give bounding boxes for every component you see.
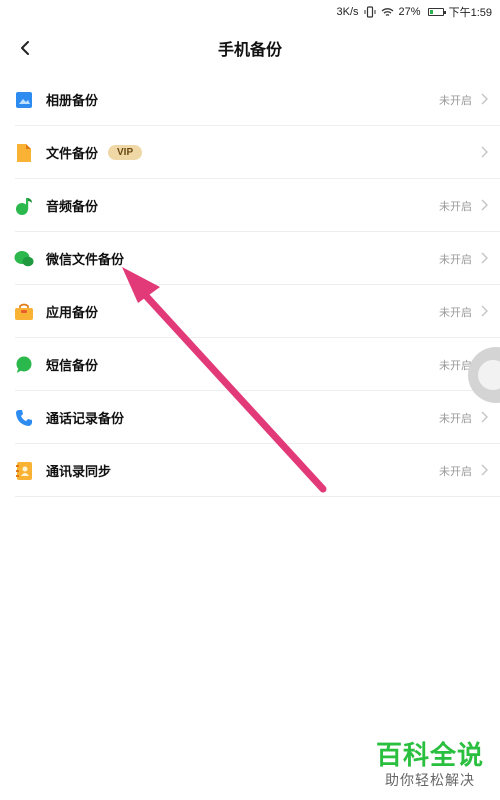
- floating-ball-core: [478, 360, 500, 390]
- item-status: 未开启: [439, 306, 472, 319]
- backup-item-photos[interactable]: 相册备份 未开启: [0, 73, 500, 126]
- contacts-book-icon: [14, 461, 34, 481]
- watermark-logo: 百科全说 助你轻松解决: [376, 740, 484, 790]
- chevron-right-icon: [481, 93, 488, 105]
- vibrate-icon: [364, 6, 376, 18]
- clock: 下午1:59: [448, 7, 492, 19]
- backup-item-apps[interactable]: 应用备份 未开启: [0, 285, 500, 338]
- file-icon: [14, 143, 34, 163]
- chevron-right-icon: [481, 252, 488, 264]
- phone-icon: [14, 408, 34, 428]
- item-label: 通讯录同步: [46, 464, 112, 479]
- backup-item-contacts[interactable]: 通讯录同步 未开启: [0, 444, 500, 497]
- item-label: 通话记录备份: [46, 411, 125, 426]
- item-status: 未开启: [439, 465, 472, 478]
- item-status: 未开启: [439, 412, 472, 425]
- watermark-title: 百科全说: [375, 740, 484, 770]
- chevron-right-icon: [481, 146, 488, 158]
- status-bar: 3K/s 27% 下午1:59: [0, 0, 500, 24]
- battery-icon: [427, 8, 446, 16]
- backup-item-sms[interactable]: 短信备份 未开启: [0, 338, 500, 391]
- item-label: 微信文件备份: [46, 252, 125, 267]
- item-label: 应用备份: [46, 305, 99, 320]
- wifi-icon: [381, 7, 394, 18]
- backup-item-audio[interactable]: 音频备份 未开启: [0, 179, 500, 232]
- item-label: 相册备份: [46, 93, 99, 108]
- backup-item-files[interactable]: 文件备份 VIP: [0, 126, 500, 179]
- wechat-icon: [14, 249, 34, 269]
- chevron-right-icon: [481, 411, 488, 423]
- vip-badge: VIP: [108, 145, 143, 160]
- backup-item-call-log[interactable]: 通话记录备份 未开启: [0, 391, 500, 444]
- app-bag-icon: [14, 302, 34, 322]
- sms-bubble-icon: [14, 355, 34, 375]
- back-button[interactable]: [14, 36, 36, 60]
- item-status: 未开启: [439, 200, 472, 213]
- photo-album-icon: [14, 90, 34, 110]
- back-chevron-icon: [21, 41, 29, 55]
- header-bar: 手机备份: [0, 24, 500, 72]
- page-title: 手机备份: [217, 42, 282, 59]
- chevron-right-icon: [481, 305, 488, 317]
- item-label: 短信备份: [46, 358, 99, 373]
- item-label: 音频备份: [46, 199, 99, 214]
- network-speed: 3K/s: [336, 6, 359, 18]
- backup-list: 相册备份 未开启 文件备份 VIP 音频备份 未开启 微信文件备份 未开启 应用…: [0, 73, 500, 497]
- item-status: 未开启: [439, 253, 472, 266]
- music-note-icon: [14, 196, 34, 216]
- item-status: 未开启: [439, 359, 472, 372]
- chevron-right-icon: [481, 464, 488, 476]
- backup-item-wechat-files[interactable]: 微信文件备份 未开启: [0, 232, 500, 285]
- watermark-subtitle: 助你轻松解决: [384, 772, 475, 788]
- item-status: 未开启: [439, 94, 472, 107]
- battery-percent: 27%: [398, 6, 421, 18]
- item-label: 文件备份: [46, 146, 99, 161]
- chevron-right-icon: [481, 199, 488, 211]
